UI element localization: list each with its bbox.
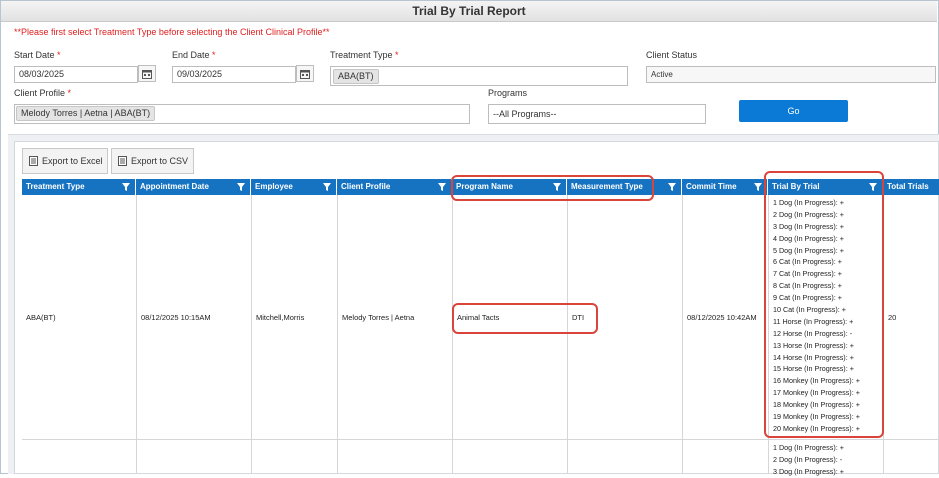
calendar-icon[interactable]	[138, 65, 156, 82]
start-date-input[interactable]: 08/03/2025	[14, 66, 138, 83]
required-marker: *	[67, 88, 72, 98]
column-divider	[251, 195, 252, 474]
trial-item: 3 Dog (In Progress): +	[773, 466, 844, 476]
treatment-type-label: Treatment Type *	[330, 50, 399, 60]
column-divider	[567, 195, 568, 474]
column-header-treatment-type[interactable]: Treatment Type	[22, 179, 136, 195]
filter-icon[interactable]	[237, 183, 245, 191]
column-divider	[452, 195, 453, 474]
cell-client-profile: Melody Torres | Aetna	[342, 313, 415, 322]
client-profile-label: Client Profile *	[14, 88, 71, 98]
export-excel-label: Export to Excel	[42, 156, 103, 166]
trial-item: 1 Dog (In Progress): +	[773, 443, 844, 452]
column-header-label: Client Profile	[341, 182, 391, 191]
required-marker: *	[395, 50, 399, 60]
end-date-label-text: End Date	[172, 50, 210, 60]
page-title: Trial By Trial Report	[1, 1, 937, 22]
export-icon	[29, 156, 38, 166]
warning-message: **Please first select Treatment Type bef…	[14, 27, 330, 37]
end-date-input[interactable]: 09/03/2025	[172, 66, 296, 83]
start-date-label: Start Date *	[14, 50, 61, 60]
go-button[interactable]: Go	[739, 100, 848, 122]
client-profile-label-text: Client Profile	[14, 88, 66, 98]
cell-treatment-type: ABA(BT)	[26, 313, 56, 322]
treatment-type-label-text: Treatment Type	[330, 50, 393, 60]
client-profile-chip[interactable]: Melody Torres | Aetna | ABA(BT)	[16, 106, 156, 121]
filter-icon[interactable]	[323, 183, 331, 191]
cell-commit-time: 08/12/2025 10:42AM	[687, 313, 757, 322]
column-divider	[337, 195, 338, 474]
start-date-label-text: Start Date	[14, 50, 55, 60]
column-header-client-profile[interactable]: Client Profile	[337, 179, 452, 195]
column-header-appointment-date[interactable]: Appointment Date	[136, 179, 251, 195]
highlight-box-trial-by-trial	[764, 171, 884, 438]
filter-icon[interactable]	[754, 183, 762, 191]
column-header-label: Appointment Date	[140, 182, 209, 191]
export-csv-label: Export to CSV	[131, 156, 189, 166]
calendar-icon[interactable]	[296, 65, 314, 82]
export-excel-button[interactable]: Export to Excel	[22, 148, 108, 174]
cell-appointment-date: 08/12/2025 10:15AM	[141, 313, 211, 322]
column-header-label: Treatment Type	[26, 182, 85, 191]
row-divider	[22, 439, 939, 440]
filter-icon[interactable]	[438, 183, 446, 191]
client-status-select[interactable]: Active	[646, 66, 936, 83]
column-header-commit-time[interactable]: Commit Time	[682, 179, 768, 195]
programs-select[interactable]: --All Programs--	[488, 104, 706, 124]
highlight-box-program-measurement-header	[451, 175, 654, 201]
filter-icon[interactable]	[122, 183, 130, 191]
column-header-label: Commit Time	[686, 182, 737, 191]
trial-item: 2 Dog (In Progress): -	[773, 454, 843, 464]
treatment-type-chip[interactable]: ABA(BT)	[333, 69, 379, 84]
column-header-total-trials[interactable]: Total Trials	[883, 179, 939, 195]
column-divider	[682, 195, 683, 474]
column-divider	[136, 195, 137, 474]
cell-employee: Mitchell,Morris	[256, 313, 305, 322]
trial-list: 1 Dog (In Progress): + 2 Dog (In Progres…	[773, 442, 844, 478]
export-csv-button[interactable]: Export to CSV	[111, 148, 194, 174]
export-icon	[118, 156, 127, 166]
end-date-label: End Date *	[172, 50, 216, 60]
client-status-label: Client Status	[646, 50, 698, 60]
column-header-employee[interactable]: Employee	[251, 179, 337, 195]
highlight-box-program-measurement-cell	[452, 303, 598, 334]
column-header-label: Total Trials	[887, 182, 929, 191]
required-marker: *	[57, 50, 61, 60]
cell-total-trials: 20	[888, 313, 897, 322]
column-header-label: Employee	[255, 182, 293, 191]
programs-label: Programs	[488, 88, 528, 98]
filter-icon[interactable]	[668, 183, 676, 191]
required-marker: *	[212, 50, 216, 60]
